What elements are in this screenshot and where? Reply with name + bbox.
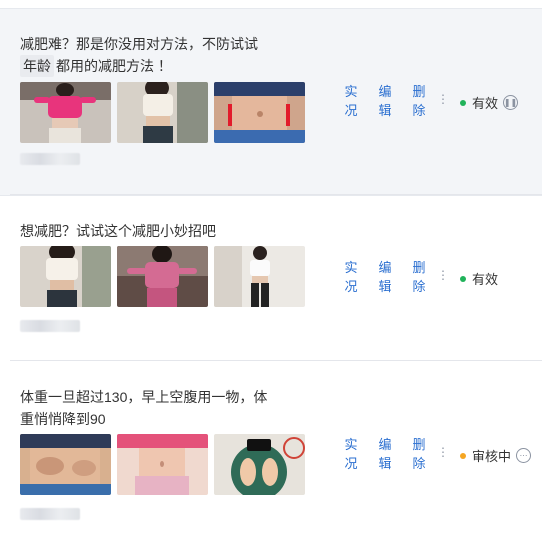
delete-link[interactable]: 删除 — [412, 82, 426, 120]
delete-link[interactable]: 删除 — [412, 258, 426, 296]
more-vertical-icon[interactable]: ⋮ — [437, 269, 449, 281]
ad-image-2[interactable] — [117, 82, 208, 143]
more-horizontal-icon[interactable]: ⋯ — [516, 448, 532, 463]
ad-title-line2: 年龄 都用的减肥方法 ！ — [20, 55, 310, 77]
ad-thumbnails — [20, 82, 305, 143]
status-label: 有效 — [472, 96, 499, 111]
ad-title-line1: 减肥难？那是你没用对方法，不防试试 — [20, 36, 258, 52]
status-dot — [460, 275, 466, 282]
status-indicator: 审核中 ⋯ — [460, 446, 532, 465]
ad-title: 减肥难？那是你没用对方法，不防试试 年龄 都用的减肥方法 ！ — [20, 33, 310, 77]
ad-title: 体重一旦超过130，早上空腹用一物，体 重悄悄降到90 — [20, 386, 310, 430]
ad-thumbnails — [20, 434, 305, 495]
status-label: 审核中 — [472, 449, 512, 464]
row-divider — [10, 360, 542, 361]
edit-link[interactable]: 编辑 — [378, 82, 392, 120]
status-indicator: 有效 ❚❚ — [460, 93, 519, 112]
blurred-meta — [20, 153, 80, 165]
edit-link[interactable]: 编辑 — [378, 435, 392, 473]
ad-actions: 实况 编辑 删除 — [344, 258, 426, 296]
keyword-tag[interactable]: 年龄 — [20, 55, 54, 77]
realtime-link[interactable]: 实况 — [344, 435, 358, 473]
ad-image-3[interactable] — [214, 246, 305, 307]
ad-thumbnails — [20, 246, 305, 307]
ad-image-2[interactable] — [117, 434, 208, 495]
ad-image-3[interactable] — [214, 434, 305, 495]
pause-icon[interactable]: ❚❚ — [503, 95, 519, 110]
ad-title-line1: 体重一旦超过130，早上空腹用一物，体 — [20, 389, 268, 405]
status-label: 有效 — [472, 272, 499, 287]
ad-title-line2-rest: 都用的减肥方法 ！ — [56, 58, 172, 74]
blurred-meta — [20, 320, 80, 332]
ad-actions: 实况 编辑 删除 — [344, 82, 426, 120]
edit-link[interactable]: 编辑 — [378, 258, 392, 296]
blurred-meta — [20, 508, 80, 520]
status-dot — [460, 452, 466, 459]
ad-row-3: 体重一旦超过130，早上空腹用一物，体 重悄悄降到90 实况 编辑 删除 ⋮ 审… — [0, 362, 542, 537]
realtime-link[interactable]: 实况 — [344, 258, 358, 296]
ad-image-3[interactable] — [214, 82, 305, 143]
ad-image-2[interactable] — [117, 246, 208, 307]
more-vertical-icon[interactable]: ⋮ — [437, 93, 449, 105]
ad-image-1[interactable] — [20, 82, 111, 143]
ad-title: 想减肥？试试这个减肥小妙招吧 — [20, 220, 310, 242]
realtime-link[interactable]: 实况 — [344, 82, 358, 120]
status-dot — [460, 99, 466, 106]
status-indicator: 有效 — [460, 269, 498, 288]
ad-image-1[interactable] — [20, 246, 111, 307]
ad-title-line2: 重悄悄降到90 — [20, 411, 106, 427]
ad-row-1: 减肥难？那是你没用对方法，不防试试 年龄 都用的减肥方法 ！ 实况 编辑 删除 ⋮… — [0, 8, 542, 196]
delete-link[interactable]: 删除 — [412, 435, 426, 473]
ad-row-2: 想减肥？试试这个减肥小妙招吧 实况 编辑 删除 ⋮ 有效 — [0, 196, 542, 360]
row-divider — [10, 194, 542, 195]
more-vertical-icon[interactable]: ⋮ — [437, 446, 449, 458]
ad-image-1[interactable] — [20, 434, 111, 495]
ad-actions: 实况 编辑 删除 — [344, 435, 426, 473]
ad-title-line1: 想减肥？试试这个减肥小妙招吧 — [20, 223, 216, 239]
